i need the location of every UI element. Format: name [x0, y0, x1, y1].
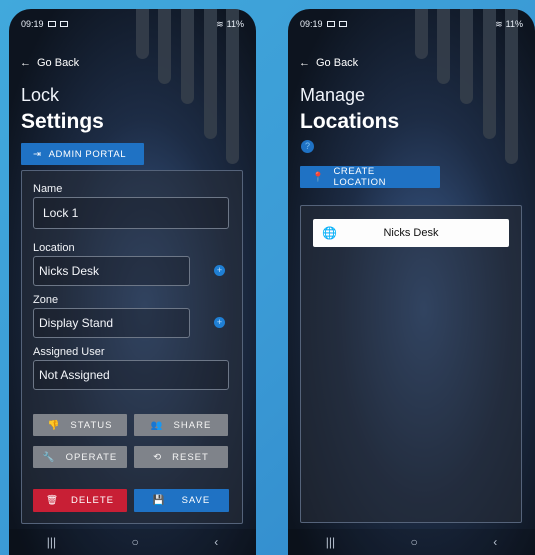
login-icon: ⇥ [33, 148, 42, 160]
thumbs-icon: 👎 [47, 419, 61, 431]
assigned-user-field[interactable]: Not Assigned [33, 360, 229, 390]
status-time: 09:19 [21, 19, 44, 29]
share-button-label: SHARE [173, 419, 212, 431]
notification-icon [338, 21, 347, 27]
pin-icon: 📍 [312, 171, 325, 183]
assigned-user-value: Not Assigned [39, 368, 110, 382]
notification-icon [326, 21, 335, 27]
sync-icon: ⟲ [153, 451, 163, 463]
manage-locations-screen: 09:19 ≋ 11% ← Go Back Manage Locations ?… [288, 9, 535, 555]
go-back-button[interactable]: ← Go Back [299, 57, 358, 69]
status-button-label: STATUS [70, 419, 113, 431]
go-back-button[interactable]: ← Go Back [20, 57, 79, 69]
arrow-left-icon: ← [299, 57, 310, 69]
share-button[interactable]: 👥 SHARE [134, 414, 228, 436]
admin-portal-label: ADMIN PORTAL [48, 148, 127, 160]
location-label: Location [33, 242, 75, 254]
list-item[interactable]: 🌐 Nicks Desk [313, 219, 509, 247]
name-field[interactable]: Lock 1 [33, 197, 229, 229]
admin-portal-button[interactable]: ⇥ ADMIN PORTAL [21, 143, 144, 165]
zone-label: Zone [33, 294, 59, 306]
go-back-label: Go Back [316, 57, 359, 69]
recent-apps-button[interactable]: ||| [326, 535, 335, 549]
delete-button[interactable]: 🗑 DELETE [33, 489, 127, 512]
wrench-icon: 🔧 [42, 451, 56, 463]
wifi-icon: ≋ [216, 18, 224, 29]
page-title-line2: Locations [300, 110, 400, 133]
recent-apps-button[interactable]: ||| [47, 535, 56, 549]
assigned-user-label: Assigned User [33, 346, 105, 358]
save-button[interactable]: 💾 SAVE [134, 489, 229, 512]
status-bar: 09:19 ≋ 11% [21, 17, 244, 31]
notification-icon [47, 21, 56, 27]
lock-settings-screen: 09:19 ≋ 11% ← Go Back Lock Settings ⇥ AD… [9, 9, 256, 555]
system-nav-bar: ||| ○ ‹ [9, 529, 256, 555]
save-button-label: SAVE [181, 495, 211, 506]
users-icon: 👥 [150, 419, 164, 431]
system-back-button[interactable]: ‹ [214, 535, 218, 549]
trash-icon: 🗑 [45, 495, 60, 506]
location-value: Nicks Desk [39, 264, 100, 278]
floppy-icon: 💾 [152, 495, 166, 506]
create-location-label: CREATE LOCATION [333, 166, 387, 188]
wifi-icon: ≋ [495, 18, 503, 29]
zone-field[interactable]: Display Stand [33, 308, 190, 338]
reset-button-label: RESET [172, 451, 209, 463]
system-back-button[interactable]: ‹ [493, 535, 497, 549]
home-button[interactable]: ○ [132, 535, 139, 549]
operate-button-label: OPERATE [65, 451, 118, 463]
page-title-line1: Manage [300, 85, 366, 105]
name-label: Name [33, 183, 63, 195]
create-location-button[interactable]: 📍 CREATE LOCATION [300, 166, 440, 188]
locations-list-panel [300, 205, 522, 523]
help-icon[interactable]: ? [301, 140, 314, 153]
arrow-left-icon: ← [20, 57, 31, 69]
operate-button[interactable]: 🔧 OPERATE [33, 446, 127, 468]
status-time: 09:19 [300, 19, 323, 29]
status-bar: 09:19 ≋ 11% [300, 17, 523, 31]
status-button[interactable]: 👎 STATUS [33, 414, 127, 436]
zone-value: Display Stand [39, 316, 114, 330]
name-value: Lock 1 [43, 206, 79, 220]
location-field[interactable]: Nicks Desk [33, 256, 190, 286]
system-nav-bar: ||| ○ ‹ [288, 529, 535, 555]
location-name: Nicks Desk [383, 227, 439, 239]
delete-button-label: DELETE [71, 495, 115, 506]
notification-icon [59, 21, 68, 27]
battery-level: 11% [226, 19, 244, 29]
page-title-line2: Settings [21, 110, 104, 133]
page-title-line1: Lock [21, 85, 60, 105]
home-button[interactable]: ○ [411, 535, 418, 549]
add-location-icon[interactable]: + [214, 265, 225, 276]
add-zone-icon[interactable]: + [214, 317, 225, 328]
go-back-label: Go Back [37, 57, 80, 69]
reset-button[interactable]: ⟲ RESET [134, 446, 228, 468]
battery-level: 11% [505, 19, 523, 29]
